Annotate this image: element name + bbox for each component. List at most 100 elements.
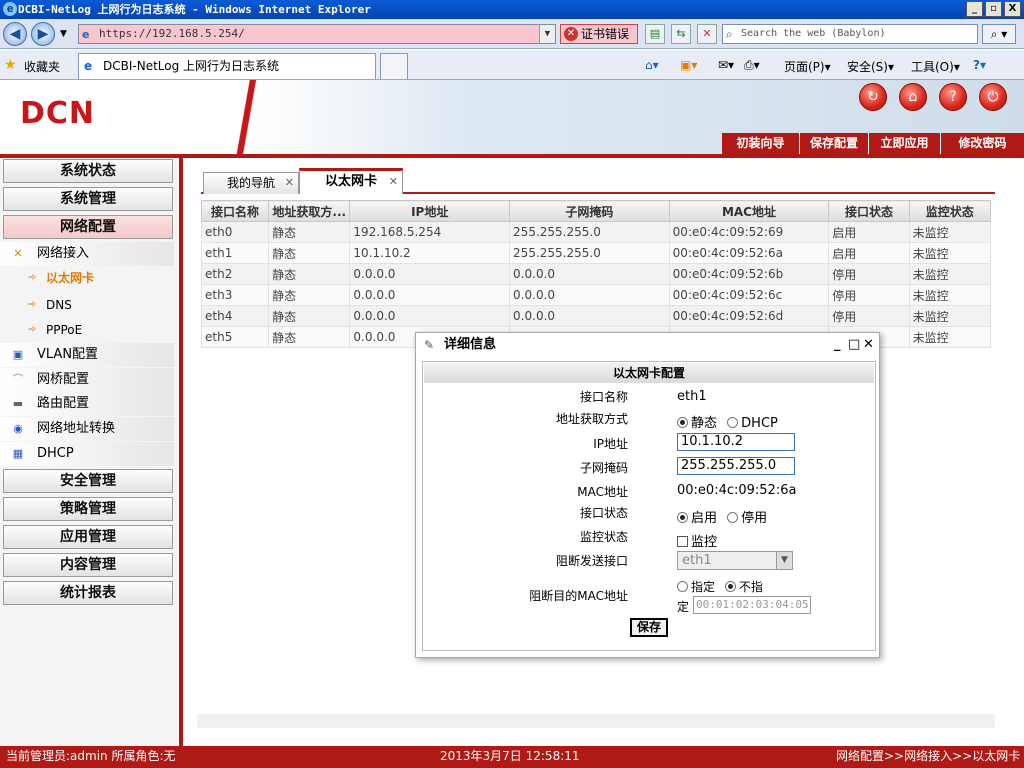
favorites-star-icon[interactable]: ★ xyxy=(4,57,17,73)
refresh-circle-icon[interactable]: ↻ xyxy=(859,83,887,111)
save-button[interactable]: 保存 xyxy=(630,618,668,637)
column-header[interactable]: MAC地址 xyxy=(668,200,830,222)
close-tab-icon[interactable]: ✕ xyxy=(285,173,294,193)
sidebar-item-network-access[interactable]: ✕ 网络接入 xyxy=(0,242,174,266)
cell: 255.255.255.0 xyxy=(509,221,670,243)
subnet-mask-input[interactable]: 255.255.255.0 xyxy=(677,457,795,475)
change-password-link[interactable]: 修改密码 xyxy=(941,133,1024,154)
ie-page-icon: e xyxy=(84,59,93,73)
menu-policy[interactable]: 策略管理 xyxy=(3,497,173,521)
browser-tab[interactable]: e DCBI-NetLog 上网行为日志系统 xyxy=(78,53,376,79)
mail-icon[interactable]: ✉▾ xyxy=(718,58,734,72)
dialog-close-button[interactable]: ✕ xyxy=(863,333,874,357)
cell: 静态 xyxy=(268,242,351,264)
column-header[interactable]: IP地址 xyxy=(349,200,511,222)
menu-network-config[interactable]: 网络配置 xyxy=(3,215,173,239)
table-row[interactable]: eth4 静态 0.0.0.0 0.0.0.0 00:e0:4c:09:52:6d 停用未… xyxy=(200,305,992,327)
page-menu[interactable]: 页面(P)▾ xyxy=(784,58,831,75)
cell: 未监控 xyxy=(908,221,992,243)
home-icon[interactable]: ⌂▾ xyxy=(645,58,659,72)
column-header[interactable]: 子网掩码 xyxy=(509,200,670,222)
cell: 10.1.10.2 xyxy=(349,242,511,264)
table-row[interactable]: eth2 静态 0.0.0.0 0.0.0.0 00:e0:4c:09:52:6b 停用未… xyxy=(200,263,992,285)
address-bar[interactable]: e https://192.168.5.254/ ▼ xyxy=(78,24,556,44)
monitor-checkbox[interactable] xyxy=(677,536,688,547)
sidebar-item-dhcp[interactable]: ▦ DHCP xyxy=(0,442,174,466)
new-tab-button[interactable] xyxy=(380,53,408,79)
menu-system-management[interactable]: 系统管理 xyxy=(3,187,173,211)
maximize-button[interactable]: ▫ xyxy=(985,1,1002,17)
dialog-header[interactable]: ✎ 详细信息 _ □ ✕ xyxy=(416,333,879,357)
table-row[interactable]: eth3 静态 0.0.0.0 0.0.0.0 00:e0:4c:09:52:6c 停用未… xyxy=(200,284,992,306)
sidebar-item-bridge[interactable]: ⌒ 网桥配置 xyxy=(0,368,174,392)
block-mac-input[interactable]: 00:01:02:03:04:05 xyxy=(693,596,811,614)
sidebar-item-pppoe[interactable]: ➾ PPPoE xyxy=(0,318,174,342)
dialog-maximize-button[interactable]: □ xyxy=(848,333,860,357)
tab-ethernet[interactable]: 以太网卡 ✕ xyxy=(299,168,403,194)
minimize-button[interactable]: _ xyxy=(966,1,983,17)
home-circle-icon[interactable]: ⌂ xyxy=(899,83,927,111)
sidebar-item-label: 网络接入 xyxy=(37,246,90,261)
search-button[interactable]: ⌕ ▾ xyxy=(982,24,1016,44)
favorites-button[interactable]: 收藏夹 xyxy=(24,58,60,75)
cell: 静态 xyxy=(268,263,351,285)
cell: 未监控 xyxy=(908,326,992,348)
edit-pen-icon: ✎ xyxy=(424,338,435,352)
radio-static-label: 静态 xyxy=(691,416,718,431)
tab-my-nav[interactable]: 我的导航 ✕ xyxy=(203,172,299,194)
menu-content[interactable]: 内容管理 xyxy=(3,553,173,577)
bridge-icon: ⌒ xyxy=(12,373,24,386)
stop-icon[interactable]: ✕ xyxy=(697,24,717,44)
sidebar-item-ethernet[interactable]: ➾ 以太网卡 xyxy=(0,266,174,290)
search-input[interactable]: ⌕ Search the web (Babylon) xyxy=(722,24,978,44)
history-dropdown-icon[interactable]: ▼ xyxy=(60,29,67,39)
feeds-icon[interactable]: ▣▾ xyxy=(680,58,697,72)
column-header[interactable]: 接口名称 xyxy=(200,200,270,222)
sidebar-item-vlan[interactable]: ▣ VLAN配置 xyxy=(0,343,174,367)
sidebar-item-route[interactable]: ▬ 路由配置 xyxy=(0,392,174,416)
radio-static[interactable] xyxy=(677,417,688,428)
print-icon[interactable]: ⎙▾ xyxy=(744,58,760,73)
close-tab-icon[interactable]: ✕ xyxy=(389,171,398,193)
cell: 停用 xyxy=(828,284,910,306)
forward-button[interactable]: ▶ xyxy=(31,22,55,46)
save-config-link[interactable]: 保存配置 xyxy=(800,133,869,154)
safety-menu[interactable]: 安全(S)▾ xyxy=(847,58,894,75)
radio-specify[interactable] xyxy=(677,581,688,592)
help-circle-icon[interactable]: ? xyxy=(939,83,967,111)
sidebar-item-nat[interactable]: ◉ 网络地址转换 xyxy=(0,417,174,441)
table-row[interactable]: eth1 静态 10.1.10.2 255.255.255.0 00:e0:4c:09:… xyxy=(200,242,992,264)
interface-state-group: 启用 停用 xyxy=(677,507,767,526)
apply-now-link[interactable]: 立即应用 xyxy=(869,133,941,154)
nat-icon: ◉ xyxy=(13,422,23,435)
radio-not-specify[interactable] xyxy=(724,581,736,592)
back-button[interactable]: ◀ xyxy=(3,22,27,46)
table-row[interactable]: eth0 静态 192.168.5.254 255.255.255.0 00:e0:4c… xyxy=(200,221,992,243)
help-icon[interactable]: ?▾ xyxy=(973,58,986,72)
block-interface-select[interactable]: eth1 ▼ xyxy=(677,551,793,570)
menu-security[interactable]: 安全管理 xyxy=(3,469,173,493)
ip-input[interactable]: 10.1.10.2 xyxy=(677,433,795,451)
radio-disabled[interactable] xyxy=(727,512,739,523)
compat-view-icon[interactable]: ▤ xyxy=(645,24,665,44)
column-header[interactable]: 监控状态 xyxy=(908,200,992,222)
certificate-error-button[interactable]: ✕ 证书错误 xyxy=(560,24,638,44)
menu-application[interactable]: 应用管理 xyxy=(3,525,173,549)
radio-enabled[interactable] xyxy=(677,512,688,523)
setup-wizard-link[interactable]: 初装向导 xyxy=(722,133,800,154)
tools-menu[interactable]: 工具(O)▾ xyxy=(911,58,960,75)
cell: 00:e0:4c:09:52:6c xyxy=(668,284,830,306)
close-window-button[interactable]: X xyxy=(1004,1,1021,17)
radio-dhcp[interactable] xyxy=(727,417,739,428)
address-dropdown-icon[interactable]: ▼ xyxy=(539,25,555,43)
menu-reports[interactable]: 统计报表 xyxy=(3,581,173,605)
column-header[interactable]: 地址获取方... xyxy=(268,200,351,222)
dialog-minimize-button[interactable]: _ xyxy=(834,333,841,357)
logout-circle-icon[interactable]: ⏻ xyxy=(979,83,1007,111)
refresh-icon[interactable]: ⇆ xyxy=(671,24,691,44)
menu-system-status[interactable]: 系统状态 xyxy=(3,159,173,183)
sidebar-item-label: VLAN配置 xyxy=(37,347,99,362)
sidebar-item-dns[interactable]: ➾ DNS xyxy=(0,293,174,317)
column-header[interactable]: 接口状态 xyxy=(828,200,910,222)
cell: eth3 xyxy=(200,284,270,306)
